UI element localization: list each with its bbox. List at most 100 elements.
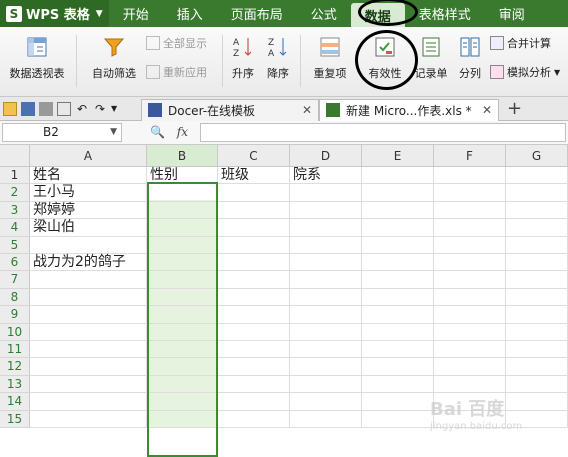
cell-f2[interactable] bbox=[434, 184, 506, 202]
cell-e13[interactable] bbox=[362, 375, 434, 394]
cell-d1[interactable]: 院系 bbox=[290, 167, 362, 185]
cell-b6[interactable] bbox=[147, 254, 218, 272]
cell-b1[interactable]: 性别 bbox=[147, 167, 218, 185]
cell-a1[interactable]: 姓名 bbox=[30, 167, 147, 185]
cell-e14[interactable] bbox=[362, 393, 434, 411]
name-box[interactable]: B2 ▼ bbox=[2, 123, 122, 142]
cell-g9[interactable] bbox=[506, 306, 568, 324]
new-tab-icon[interactable]: + bbox=[507, 98, 522, 119]
cell-d13[interactable] bbox=[290, 375, 362, 394]
cell-c1[interactable]: 班级 bbox=[218, 167, 290, 185]
merge-calc-button[interactable]: 合并计算 bbox=[490, 35, 551, 51]
app-menu-button[interactable]: S WPS 表格 ▼ bbox=[0, 0, 109, 27]
row-header-8[interactable]: 8 bbox=[0, 288, 30, 307]
cell-c8[interactable] bbox=[218, 288, 290, 307]
cell-a9[interactable] bbox=[30, 306, 147, 324]
cell-g3[interactable] bbox=[506, 201, 568, 220]
close-icon[interactable]: ✕ bbox=[482, 103, 492, 117]
cell-c5[interactable] bbox=[218, 236, 290, 254]
cell-a8[interactable] bbox=[30, 288, 147, 307]
column-header-f[interactable]: F bbox=[434, 145, 506, 167]
cell-c11[interactable] bbox=[218, 341, 290, 359]
cell-c15[interactable] bbox=[218, 410, 290, 428]
cell-g12[interactable] bbox=[506, 358, 568, 376]
cell-b13[interactable] bbox=[147, 375, 218, 394]
sort-descending-button[interactable]: ZA 降序 bbox=[263, 35, 293, 81]
cell-c2[interactable] bbox=[218, 184, 290, 202]
cell-f5[interactable] bbox=[434, 236, 506, 254]
chevron-down-icon[interactable]: ▼ bbox=[111, 102, 125, 116]
cell-e8[interactable] bbox=[362, 288, 434, 307]
cell-b10[interactable] bbox=[147, 323, 218, 341]
validation-button[interactable]: 有效性 bbox=[362, 35, 408, 81]
cell-d14[interactable] bbox=[290, 393, 362, 411]
cell-b12[interactable] bbox=[147, 358, 218, 376]
cell-a13[interactable] bbox=[30, 375, 147, 394]
cell-e15[interactable] bbox=[362, 410, 434, 428]
cell-a15[interactable] bbox=[30, 410, 147, 428]
cell-g13[interactable] bbox=[506, 375, 568, 394]
cell-b8[interactable] bbox=[147, 288, 218, 307]
cell-b9[interactable] bbox=[147, 306, 218, 324]
print-preview-icon[interactable] bbox=[57, 101, 71, 116]
save-icon[interactable] bbox=[21, 101, 35, 116]
cell-e1[interactable] bbox=[362, 167, 434, 185]
cell-c4[interactable] bbox=[218, 219, 290, 237]
cell-e2[interactable] bbox=[362, 184, 434, 202]
sort-ascending-button[interactable]: AZ 升序 bbox=[228, 35, 258, 81]
row-header-10[interactable]: 10 bbox=[0, 323, 30, 341]
cell-d11[interactable] bbox=[290, 341, 362, 359]
cell-g8[interactable] bbox=[506, 288, 568, 307]
chevron-down-icon[interactable]: ▼ bbox=[110, 124, 117, 141]
open-folder-icon[interactable] bbox=[3, 101, 17, 116]
row-header-14[interactable]: 14 bbox=[0, 393, 30, 411]
cell-d2[interactable] bbox=[290, 184, 362, 202]
cell-d7[interactable] bbox=[290, 271, 362, 289]
column-header-g[interactable]: G bbox=[506, 145, 568, 167]
tab-review[interactable]: 审阅 bbox=[485, 0, 539, 27]
cell-f8[interactable] bbox=[434, 288, 506, 307]
cell-f13[interactable] bbox=[434, 375, 506, 394]
row-header-3[interactable]: 3 bbox=[0, 201, 30, 220]
cell-d10[interactable] bbox=[290, 323, 362, 341]
tab-data[interactable]: 数据 bbox=[350, 3, 405, 27]
zoom-search-icon[interactable]: 🔍 bbox=[150, 125, 165, 139]
cell-f4[interactable] bbox=[434, 219, 506, 237]
row-header-7[interactable]: 7 bbox=[0, 271, 30, 289]
cell-f7[interactable] bbox=[434, 271, 506, 289]
cell-a12[interactable] bbox=[30, 358, 147, 376]
cell-e9[interactable] bbox=[362, 306, 434, 324]
fx-icon[interactable]: fx bbox=[177, 125, 188, 139]
select-all-corner[interactable] bbox=[0, 145, 30, 167]
cell-a11[interactable] bbox=[30, 341, 147, 359]
formula-input[interactable] bbox=[200, 123, 566, 142]
cell-e3[interactable] bbox=[362, 201, 434, 220]
autofilter-button[interactable]: 自动筛选 bbox=[86, 35, 142, 81]
cell-c13[interactable] bbox=[218, 375, 290, 394]
tab-docer[interactable]: Docer-在线模板 ✕ bbox=[141, 98, 319, 121]
cell-c10[interactable] bbox=[218, 323, 290, 341]
cell-g4[interactable] bbox=[506, 219, 568, 237]
tab-formula[interactable]: 公式 bbox=[297, 0, 351, 27]
row-header-4[interactable]: 4 bbox=[0, 219, 30, 237]
cell-g10[interactable] bbox=[506, 323, 568, 341]
column-header-c[interactable]: C bbox=[218, 145, 290, 167]
cell-b4[interactable] bbox=[147, 219, 218, 237]
cell-c14[interactable] bbox=[218, 393, 290, 411]
cell-b5[interactable] bbox=[147, 236, 218, 254]
tab-table-style[interactable]: 表格样式 bbox=[405, 0, 485, 27]
cell-f3[interactable] bbox=[434, 201, 506, 220]
column-header-a[interactable]: A bbox=[30, 145, 147, 167]
cell-c6[interactable] bbox=[218, 254, 290, 272]
cell-c9[interactable] bbox=[218, 306, 290, 324]
cell-b14[interactable] bbox=[147, 393, 218, 411]
cell-g5[interactable] bbox=[506, 236, 568, 254]
cell-a2[interactable]: 王小马 bbox=[30, 184, 147, 202]
cell-d3[interactable] bbox=[290, 201, 362, 220]
cell-b15[interactable] bbox=[147, 410, 218, 428]
row-header-6[interactable]: 6 bbox=[0, 254, 30, 272]
row-header-11[interactable]: 11 bbox=[0, 341, 30, 359]
show-all-button[interactable]: 全部显示 bbox=[146, 35, 207, 51]
row-header-15[interactable]: 15 bbox=[0, 410, 30, 428]
cell-d6[interactable] bbox=[290, 254, 362, 272]
